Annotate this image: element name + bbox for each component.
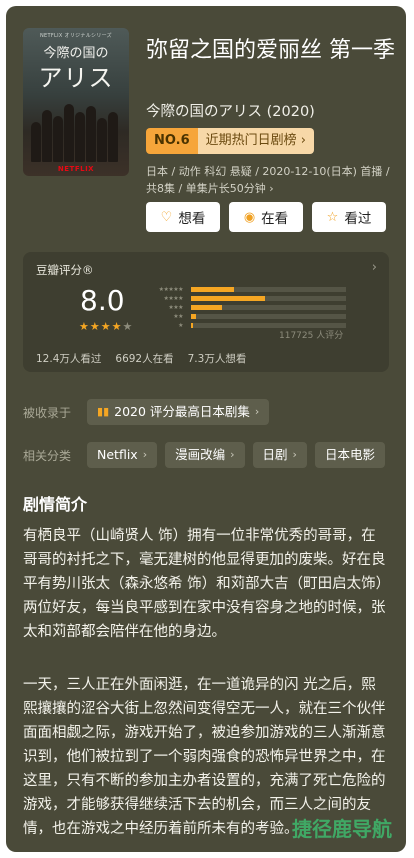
category-chip-label: 漫画改编	[175, 447, 226, 462]
poster-brand: NETFLIX	[57, 165, 95, 173]
star-filled-icon: ★	[89, 320, 101, 333]
categories-label: 相关分类	[23, 448, 72, 463]
rating-bar-fill	[191, 305, 222, 310]
category-chip-jmovie[interactable]: 日本电影	[314, 442, 385, 468]
rating-bar-fill	[191, 296, 266, 301]
poster-image[interactable]: NETFLIX オリジナルシリーズ 今際の国の アリス NETFLIX	[23, 28, 129, 176]
category-chip-jdrama[interactable]: 日剧 ›	[252, 442, 307, 468]
watching-count: 6692人在看	[115, 353, 174, 365]
star-filled-icon: ★	[79, 320, 90, 333]
category-chip-label: 日剧	[262, 447, 288, 462]
chevron-right-icon: ›	[292, 448, 297, 461]
poster-cast-silhouettes	[29, 98, 123, 162]
watch-stats: 12.4万人看过 6692人在看 7.3万人想看	[36, 351, 246, 366]
watched-count: 12.4万人看过	[36, 353, 102, 365]
categories-row: 相关分类 Netflix › 漫画改编 › 日剧 › 日本电影	[23, 442, 385, 468]
want-to-watch-button[interactable]: ♡ 想看	[146, 202, 220, 232]
category-chip-label: Netflix	[97, 447, 138, 462]
rating-label: 豆瓣评分®	[36, 263, 94, 277]
synopsis-title: 剧情简介	[23, 495, 88, 514]
page-title: 弥留之国的爱丽丝 第一季	[146, 38, 395, 63]
rank-number: NO.6	[146, 128, 198, 154]
eye-icon: ◉	[243, 209, 256, 225]
rating-score: 8.0	[80, 284, 125, 317]
movie-detail-screen: NETFLIX オリジナルシリーズ 今際の国の アリス NETFLIX 弥留之国…	[6, 6, 406, 852]
watched-button[interactable]: ☆ 看过	[312, 202, 386, 232]
rating-bar-fill	[191, 323, 193, 328]
rating-bar-row: ★★★	[149, 303, 346, 312]
trophy-icon: ▮▮	[97, 405, 110, 418]
collection-chip[interactable]: ▮▮ 2020 评分最高日本剧集 ›	[87, 399, 270, 425]
watched-label: 看过	[344, 211, 372, 227]
collection-chip-label: 2020 评分最高日本剧集	[114, 404, 250, 419]
rating-stars: ★★★★★	[79, 320, 133, 333]
category-chip-label: 日本电影	[324, 447, 375, 462]
rating-bar-stars: ★★	[173, 313, 183, 320]
chevron-right-icon: ›	[230, 448, 235, 461]
poster-title-line2: アリス	[38, 64, 114, 92]
category-chip-manga[interactable]: 漫画改编 ›	[165, 442, 245, 468]
chevron-right-icon: ›	[142, 448, 148, 461]
chevron-right-icon: ›	[371, 260, 377, 275]
rating-bar-row: ★★★★★	[149, 285, 346, 294]
category-chip-netflix[interactable]: Netflix ›	[87, 442, 158, 468]
rating-bar-row: ★★★★	[149, 294, 346, 303]
original-title: 今際の国のアリス (2020)	[146, 104, 315, 120]
rating-bar-stars: ★★★★	[163, 295, 183, 302]
watching-label: 在看	[261, 211, 289, 227]
want-to-watch-label: 想看	[178, 211, 206, 227]
rating-bar-fill	[191, 314, 196, 319]
rating-distribution: ★★★★★ ★★★★ ★★★ ★★ ★	[149, 285, 346, 330]
rating-bar-stars: ★★★★★	[158, 286, 184, 293]
poster-top-text: NETFLIX オリジナルシリーズ	[40, 33, 112, 39]
rank-label: 近期热门日剧榜 ›	[197, 128, 314, 154]
rank-badge[interactable]: NO.6 近期热门日剧榜 ›	[146, 128, 314, 154]
synopsis-paragraph-1: 有栖良平（山崎贤人 饰）拥有一位非常优秀的哥哥，在哥哥的衬托之下，毫无建树的他显…	[23, 528, 386, 640]
action-buttons: ♡ 想看 ◉ 在看 ☆ 看过	[146, 202, 386, 232]
collections-row: 被收录于 ▮▮ 2020 评分最高日本剧集 ›	[23, 399, 270, 425]
chevron-right-icon: ›	[254, 405, 260, 418]
star-filled-icon: ★	[111, 320, 123, 333]
rating-total: 117725 人评分	[279, 331, 344, 341]
rating-bar-stars: ★★★	[168, 304, 183, 311]
collections-label: 被收录于	[23, 405, 72, 420]
watermark: 捷径鹿导航	[292, 817, 392, 841]
rating-card[interactable]: 豆瓣评分® › 8.0 ★★★★★ ★★★★★ ★★★★ ★★★ ★★ ★ 11…	[23, 252, 389, 372]
rating-bar-row: ★★	[149, 312, 346, 321]
watching-button[interactable]: ◉ 在看	[229, 202, 303, 232]
heart-outline-icon: ♡	[160, 209, 173, 225]
star-filled-icon: ★	[100, 320, 112, 333]
star-empty-icon: ★	[122, 320, 134, 333]
star-outline-icon: ☆	[326, 209, 339, 225]
want-count: 7.3万人想看	[187, 353, 247, 365]
rating-bar-stars: ★	[178, 322, 183, 329]
meta-info[interactable]: 日本 / 动作 科幻 悬疑 / 2020-12-10(日本) 首播 / 共8集 …	[146, 163, 391, 197]
rating-bar-fill	[191, 287, 235, 292]
